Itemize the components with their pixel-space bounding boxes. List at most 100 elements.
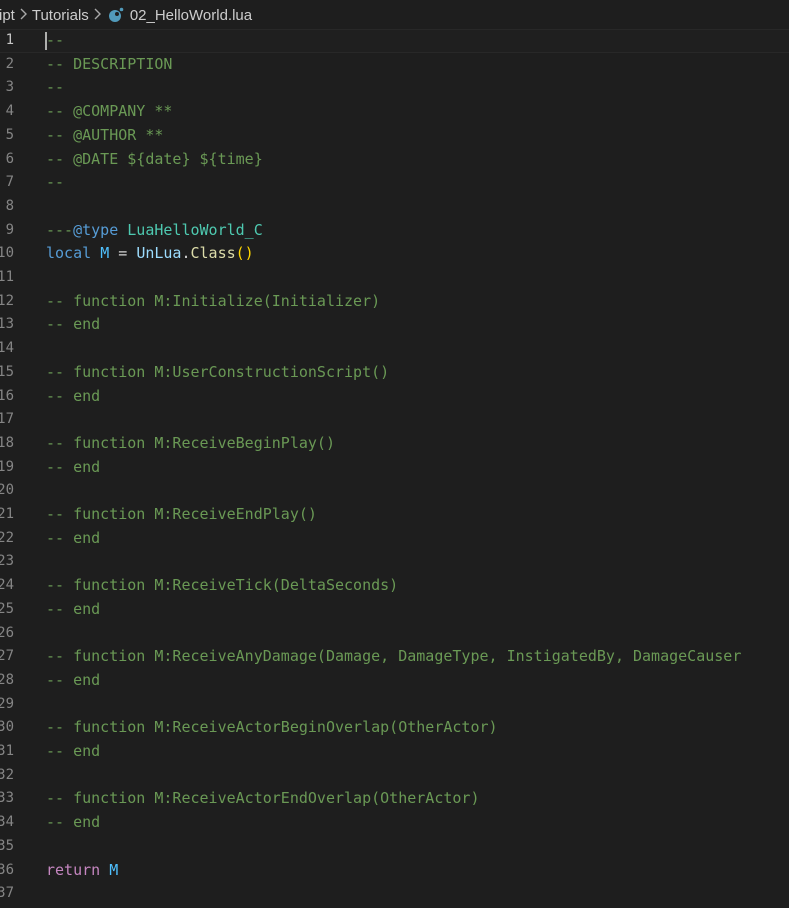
code-text: ---@type LuaHelloWorld_C	[46, 220, 263, 239]
line-number: 25	[0, 600, 14, 617]
line-number: 14	[0, 340, 14, 357]
line-number: 2	[5, 55, 14, 72]
chevron-right-icon	[93, 7, 102, 23]
code-line[interactable]: 36 return M	[0, 859, 789, 883]
code-line[interactable]: 31 -- end	[0, 740, 789, 764]
code-line[interactable]: 26	[0, 622, 789, 646]
code-text: -- end	[46, 599, 101, 618]
line-number: 31	[0, 743, 14, 759]
breadcrumb-item-script[interactable]: ript	[0, 7, 15, 24]
code-text: -- function M:ReceiveBeginPlay()	[46, 433, 335, 452]
code-line[interactable]: 5 -- @AUTHOR **	[0, 124, 789, 148]
text-cursor	[45, 32, 47, 50]
line-number: 9	[5, 221, 14, 238]
code-line[interactable]: 2 -- DESCRIPTION	[0, 53, 789, 77]
code-text: -- end	[46, 528, 101, 547]
line-number: 37	[0, 885, 14, 902]
breadcrumb: ript Tutorials 02_HelloWorld.lua	[0, 0, 789, 30]
line-number: 34	[0, 814, 14, 831]
line-number: 33	[0, 790, 14, 807]
code-line[interactable]: 22 -- end	[0, 527, 789, 551]
line-number: 24	[0, 577, 14, 594]
code-line[interactable]: 34 -- end	[0, 811, 789, 835]
code-line[interactable]: 13 -- end	[0, 313, 789, 337]
code-line[interactable]: 11	[0, 266, 789, 290]
line-number: 28	[0, 671, 14, 688]
code-line[interactable]: 29	[0, 693, 789, 717]
code-line[interactable]: 1 --	[0, 29, 789, 53]
code-line[interactable]: 4 -- @COMPANY **	[0, 100, 789, 124]
code-editor[interactable]: 1 -- 2 -- DESCRIPTION 3 -- 4 -- @COMPANY ** 5 -- …	[0, 29, 789, 908]
line-number: 27	[0, 648, 14, 665]
code-line[interactable]: 18 -- function M:ReceiveBeginPlay()	[0, 432, 789, 456]
code-line[interactable]: 23	[0, 550, 789, 574]
code-text: -- end	[46, 386, 101, 405]
code-line[interactable]: 9 ---@type LuaHelloWorld_C	[0, 219, 789, 243]
line-number: 20	[0, 482, 14, 499]
code-line[interactable]: 32	[0, 764, 789, 788]
line-number: 13	[0, 316, 14, 333]
line-number: 36	[0, 861, 14, 878]
line-number: 4	[5, 103, 14, 120]
breadcrumb-item-file[interactable]: 02_HelloWorld.lua	[130, 7, 252, 24]
code-text: --	[46, 78, 65, 97]
code-text: local M = UnLua.Class()	[46, 244, 254, 263]
code-text: -- function M:ReceiveEndPlay()	[46, 505, 317, 523]
line-number: 29	[0, 695, 14, 712]
line-number: 19	[0, 458, 14, 475]
lua-file-icon	[108, 7, 124, 23]
code-text: -- end	[46, 670, 101, 689]
code-text: -- function M:ReceiveActorEndOverlap(Oth…	[46, 789, 480, 808]
code-line[interactable]: 25 -- end	[0, 598, 789, 622]
code-line[interactable]: 20	[0, 479, 789, 503]
line-number: 6	[5, 150, 14, 167]
code-text: -- end	[46, 813, 101, 832]
line-number: 12	[0, 292, 14, 309]
code-text: -- DESCRIPTION	[46, 54, 173, 73]
line-number: 32	[0, 766, 14, 783]
code-line[interactable]: 17	[0, 408, 789, 432]
code-text: -- function M:ReceiveTick(DeltaSeconds)	[46, 576, 399, 595]
line-number: 15	[0, 363, 14, 380]
code-line[interactable]: 28 -- end	[0, 669, 789, 693]
code-text: -- function M:UserConstructionScript()	[46, 362, 390, 381]
code-line[interactable]: 33 -- function M:ReceiveActorEndOverlap(O…	[0, 787, 789, 811]
code-line[interactable]: 16 -- end	[0, 385, 789, 409]
line-number: 7	[5, 174, 14, 191]
line-number: 10	[0, 245, 14, 262]
code-text: -- end	[46, 457, 101, 476]
code-line[interactable]: 6 -- @DATE ${date} ${time}	[0, 148, 789, 172]
code-line[interactable]: 14	[0, 337, 789, 361]
code-line[interactable]: 10 local M = UnLua.Class()	[0, 242, 789, 266]
code-line[interactable]: 12 -- function M:Initialize(Initializer)	[0, 290, 789, 314]
code-line[interactable]: 35	[0, 835, 789, 859]
code-text: return M	[46, 860, 119, 879]
code-text: -- end	[46, 742, 101, 760]
line-number: 23	[0, 553, 14, 570]
code-text: -- function M:ReceiveAnyDamage(Damage, D…	[46, 647, 742, 666]
code-line[interactable]: 19 -- end	[0, 456, 789, 480]
line-number: 22	[0, 529, 14, 546]
line-number: 21	[0, 506, 14, 522]
code-text: --	[46, 31, 65, 49]
code-text: -- end	[46, 315, 101, 334]
code-line[interactable]: 3 --	[0, 76, 789, 100]
line-number: 5	[5, 126, 14, 143]
code-line[interactable]: 24 -- function M:ReceiveTick(DeltaSeconds…	[0, 574, 789, 598]
line-number: 18	[0, 434, 14, 451]
code-line[interactable]: 15 -- function M:UserConstructionScript()	[0, 361, 789, 385]
line-number: 30	[0, 719, 14, 736]
code-line[interactable]: 27 -- function M:ReceiveAnyDamage(Damage,…	[0, 645, 789, 669]
code-text: --	[46, 173, 65, 192]
line-number: 8	[5, 197, 14, 214]
code-text: -- function M:Initialize(Initializer)	[46, 291, 381, 310]
code-line[interactable]: 21 -- function M:ReceiveEndPlay()	[0, 503, 789, 527]
line-number: 1	[5, 32, 14, 48]
code-text: -- function M:ReceiveActorBeginOverlap(O…	[46, 718, 498, 737]
code-line[interactable]: 8	[0, 195, 789, 219]
code-line[interactable]: 30 -- function M:ReceiveActorBeginOverlap…	[0, 716, 789, 740]
code-line[interactable]: 37	[0, 882, 789, 906]
breadcrumb-item-tutorials[interactable]: Tutorials	[32, 7, 89, 24]
code-line[interactable]: 7 --	[0, 171, 789, 195]
line-number: 17	[0, 411, 14, 428]
